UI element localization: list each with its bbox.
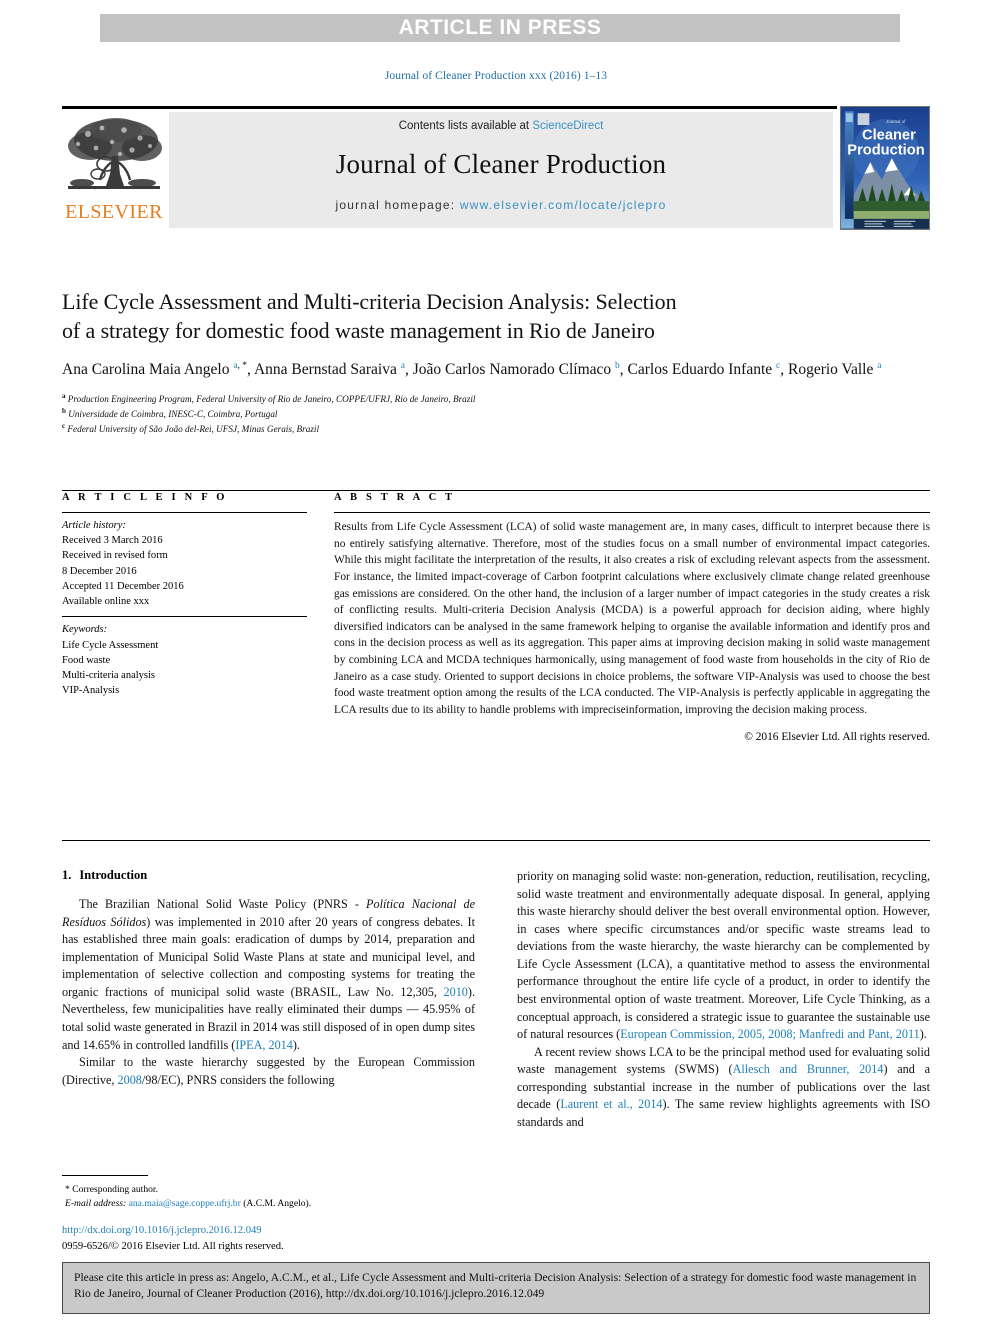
masthead-rule: [62, 106, 837, 109]
corresponding-author-footnote: * Corresponding author. E-mail address: …: [62, 1175, 475, 1212]
elsevier-logo: ELSEVIER: [62, 112, 166, 228]
article-history-group: Article history: Received 3 March 2016 Re…: [62, 513, 307, 616]
affiliations-list: a Production Engineering Program, Federa…: [62, 391, 930, 437]
body-paragraph: The Brazilian National Solid Waste Polic…: [62, 897, 475, 1052]
footnote-rule: [62, 1175, 148, 1176]
homepage-prefix: journal homepage:: [335, 198, 460, 212]
contents-available-line: Contents lists available at ScienceDirec…: [399, 120, 604, 132]
article-in-press-label: ARTICLE IN PRESS: [398, 16, 602, 39]
body-paragraph: priority on managing solid waste: non-ge…: [517, 869, 930, 1042]
article-history-label: Article history:: [62, 520, 126, 531]
section-heading-introduction: 1. Introduction: [62, 868, 475, 883]
article-history-item: Received in revised form: [62, 550, 168, 562]
journal-homepage-line: journal homepage: www.elsevier.com/locat…: [336, 198, 667, 212]
article-info-heading: A R T I C L E I N F O: [62, 492, 228, 503]
journal-masthead: ELSEVIER Contents lists available at Sci…: [62, 106, 930, 230]
affiliation-c: c Federal University of São João del-Rei…: [62, 422, 319, 435]
svg-text:Production: Production: [847, 142, 924, 158]
article-history-item: Accepted 11 December 2016: [62, 580, 184, 592]
svg-text:Journal of: Journal of: [886, 119, 906, 124]
email-link[interactable]: ana.maia@sage.coppe.ufrj.br: [129, 1198, 241, 1209]
email-label: E-mail address:: [65, 1198, 127, 1210]
journal-cover-thumbnail: Journal of Cleaner Production: [840, 106, 930, 230]
keywords-items: Life Cycle Assessment Food waste Multi-cri…: [62, 638, 307, 699]
affiliation-b: b Universidade de Coimbra, INESC-C, Coim…: [62, 406, 278, 419]
elsevier-tree-icon: [62, 112, 166, 204]
article-history-item: Received 3 March 2016: [62, 535, 163, 547]
affiliation-a: a Production Engineering Program, Federa…: [62, 391, 476, 404]
paper-title-line-2: of a strategy for domestic food waste ma…: [62, 317, 655, 343]
author-list: Ana Carolina Maia Angelo a, *, Anna Bern…: [62, 361, 882, 379]
elsevier-wordmark: ELSEVIER: [65, 201, 163, 223]
contents-prefix: Contents lists available at: [398, 120, 533, 132]
abstract-column: A B S T R A C T Results from Life Cycle …: [334, 492, 930, 743]
email-address-line: E-mail address: ana.maia@sage.coppe.ufrj…: [62, 1197, 475, 1211]
article-history-items: Received 3 March 2016 Received in revised…: [62, 533, 307, 609]
body-paragraph: A recent review shows LCA to be the prin…: [517, 1044, 930, 1129]
homepage-url-link[interactable]: www.elsevier.com/locate/jclepro: [460, 198, 667, 212]
keyword-item: VIP-Analysis: [62, 685, 120, 697]
cite-this-article-text: Please cite this article in press as: An…: [74, 1271, 917, 1301]
email-suffix: (A.C.M. Angelo).: [243, 1198, 312, 1210]
title-block: Life Cycle Assessment and Multi-criteria…: [62, 288, 930, 437]
intro-left-paragraphs: The Brazilian National Solid Waste Polic…: [62, 896, 475, 1089]
section-title: Introduction: [79, 868, 148, 882]
running-head: Journal of Cleaner Production xxx (2016)…: [384, 70, 608, 82]
body-paragraph: Similar to the waste hierarchy suggested…: [62, 1055, 475, 1087]
abstract-heading: A B S T R A C T: [334, 492, 456, 503]
article-history-item: 8 December 2016: [62, 565, 137, 577]
body-column-right: priority on managing solid waste: non-ge…: [517, 868, 930, 1131]
journal-title: Journal of Cleaner Production: [335, 149, 667, 179]
info-abstract-top-rule: [62, 490, 930, 491]
masthead-center-panel: Contents lists available at ScienceDirec…: [169, 112, 833, 228]
article-in-press-banner: ARTICLE IN PRESS: [100, 14, 900, 42]
article-info-column: A R T I C L E I N F O Article history: R…: [62, 492, 307, 705]
paper-title-line-1: Life Cycle Assessment and Multi-criteria…: [62, 289, 677, 314]
svg-text:Cleaner: Cleaner: [862, 128, 916, 144]
article-history-item: Available online xxx: [62, 596, 150, 608]
cite-this-article-box: Please cite this article in press as: An…: [62, 1262, 930, 1314]
intro-right-paragraphs: priority on managing solid waste: non-ge…: [517, 868, 930, 1131]
abstract-copyright: © 2016 Elsevier Ltd. All rights reserved…: [744, 730, 930, 743]
corresponding-author-line: * Corresponding author.: [65, 1184, 158, 1195]
keywords-label: Keywords:: [62, 624, 108, 636]
keyword-item: Life Cycle Assessment: [62, 639, 159, 651]
doi-link[interactable]: http://dx.doi.org/10.1016/j.jclepro.2016…: [62, 1225, 262, 1236]
abstract-text: Results from Life Cycle Assessment (LCA)…: [334, 521, 930, 717]
sciencedirect-link[interactable]: ScienceDirect: [532, 120, 603, 132]
doi-footer: http://dx.doi.org/10.1016/j.jclepro.2016…: [62, 1223, 284, 1255]
page-title: Life Cycle Assessment and Multi-criteria…: [62, 288, 930, 345]
body-column-left: 1. Introduction The Brazilian National So…: [62, 868, 475, 1089]
keyword-item: Food waste: [62, 654, 111, 666]
body-separator-rule: [62, 840, 930, 841]
issn-copyright: 0959-6526/© 2016 Elsevier Ltd. All right…: [62, 1240, 284, 1252]
keyword-item: Multi-criteria analysis: [62, 669, 156, 681]
journal-cover-art-icon: Journal of Cleaner Production: [841, 107, 929, 229]
section-number: 1.: [62, 868, 72, 882]
keywords-group: Keywords: Life Cycle Assessment Food wast…: [62, 617, 307, 705]
